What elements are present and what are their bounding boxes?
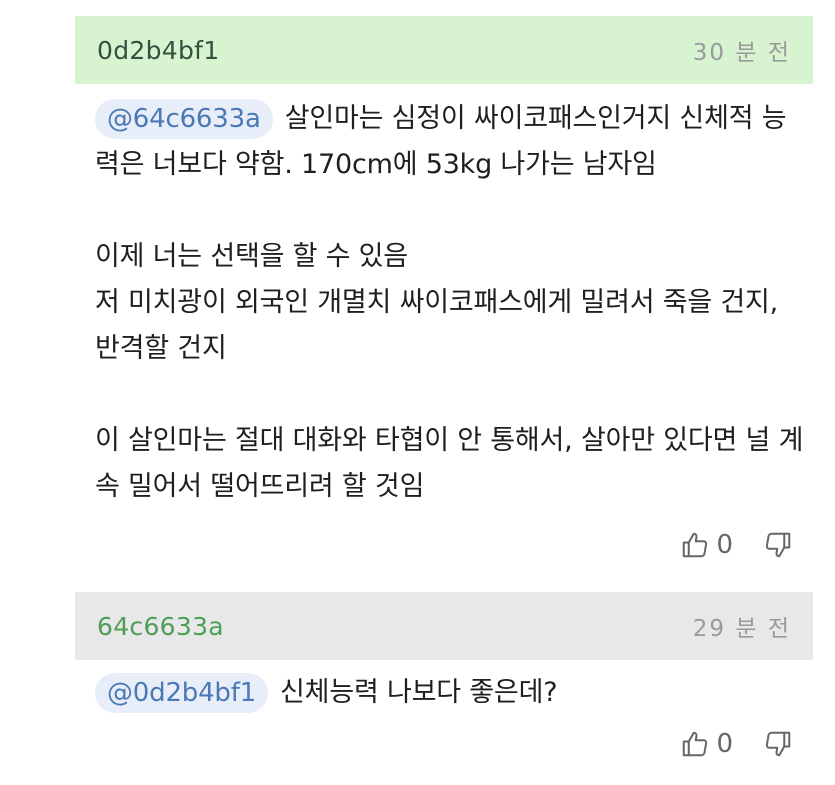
thumbs-up-icon [680,729,710,759]
dislike-button[interactable] [763,729,793,759]
comment-author[interactable]: 0d2b4bf1 [97,36,219,65]
comment-text: 신체능력 나보다 좋은데? [280,677,558,708]
comment-actions: 0 [680,530,793,560]
like-button[interactable]: 0 [680,729,733,759]
comment-actions: 0 [680,729,793,759]
like-count: 0 [716,729,733,759]
comment-text: 이 살인마는 절대 대화와 타협이 안 통해서, 살아만 있다면 널 계속 밀어… [95,425,804,502]
thumbs-down-icon [763,729,793,759]
like-count: 0 [716,530,733,560]
mention-tag[interactable]: @0d2b4bf1 [95,673,269,713]
comment-author[interactable]: 64c6633a [97,612,224,641]
thumbs-up-icon [680,530,710,560]
comment-body: @64c6633a 살인마는 심정이 싸이코패스인거지 신체적 능력은 너보다 약… [95,96,807,510]
comment-body: @0d2b4bf1 신체능력 나보다 좋은데? [95,670,807,716]
comment-header: 64c6633a 29 분 전 [75,592,813,660]
comment-text: 저 미치광이 외국인 개멸치 싸이코패스에게 밀려서 죽을 건지, 반격할 건지 [95,287,779,364]
comment-time: 30 분 전 [692,40,791,66]
comment-header: 0d2b4bf1 30 분 전 [75,16,813,84]
like-button[interactable]: 0 [680,530,733,560]
comment-text: 이제 너는 선택을 할 수 있음 [95,241,408,272]
thumbs-down-icon [763,530,793,560]
mention-tag[interactable]: @64c6633a [95,99,273,139]
comment-time: 29 분 전 [692,616,791,642]
dislike-button[interactable] [763,530,793,560]
